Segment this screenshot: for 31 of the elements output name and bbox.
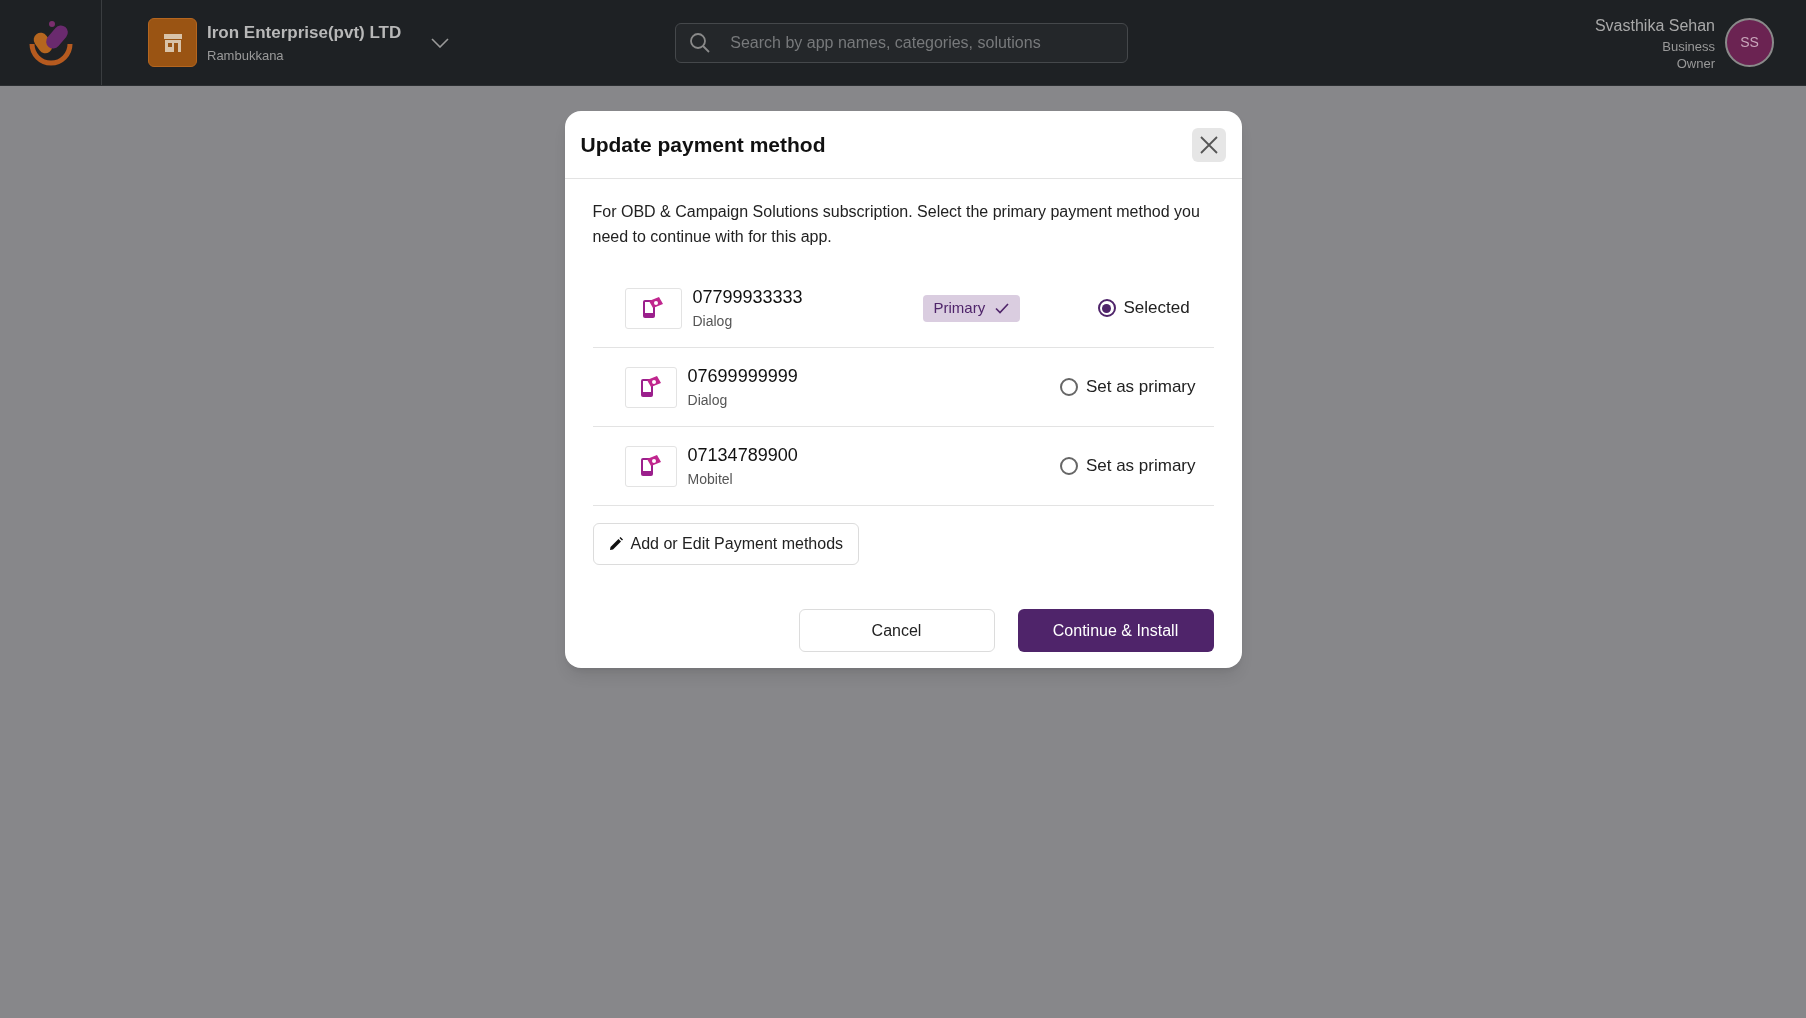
pencil-icon [608, 537, 623, 551]
dialog-description: For OBD & Campaign Solutions subscription. Select the primary payment method you need to continue with for this app. [592, 202, 1201, 247]
dialog-title: Update payment method [580, 131, 826, 158]
primary-radio-option[interactable]: Selected [1097, 295, 1190, 321]
user-name: Svasthika Sehan [1594, 15, 1715, 36]
chevron-down-icon[interactable] [431, 37, 450, 48]
provider-name: Dialog [687, 391, 729, 410]
continue-install-button[interactable]: Continue & Install [1017, 609, 1214, 652]
user-role: Business Owner [1661, 37, 1715, 72]
store-icon [148, 18, 197, 67]
phone-number: 07134789900 [687, 444, 799, 467]
primary-radio-option[interactable]: Set as primary [1059, 453, 1196, 479]
primary-badge: Primary [922, 294, 1021, 322]
primary-radio-option[interactable]: Set as primary [1059, 374, 1196, 400]
edit-payment-methods-button[interactable]: Add or Edit Payment methods [592, 523, 860, 565]
search-icon [689, 31, 712, 54]
close-button[interactable] [1191, 127, 1226, 162]
cancel-button[interactable]: Cancel [798, 609, 995, 652]
provider-name: Dialog [692, 312, 734, 331]
provider-name: Mobitel [687, 470, 734, 489]
phone-number: 07699999999 [687, 365, 799, 388]
wallet-phone-icon [624, 287, 682, 329]
company-location: Rambukkana [207, 46, 285, 65]
search-field[interactable]: Search by app names, categories, solutions [675, 22, 1129, 63]
wallet-phone-icon [624, 445, 677, 487]
check-icon [995, 302, 1010, 314]
user-avatar[interactable]: SS [1725, 18, 1774, 67]
close-icon [1199, 135, 1218, 154]
company-name: Iron Enterprise(pvt) LTD [207, 22, 402, 44]
wallet-phone-icon [624, 366, 677, 408]
phone-number: 07799933333 [692, 286, 804, 309]
